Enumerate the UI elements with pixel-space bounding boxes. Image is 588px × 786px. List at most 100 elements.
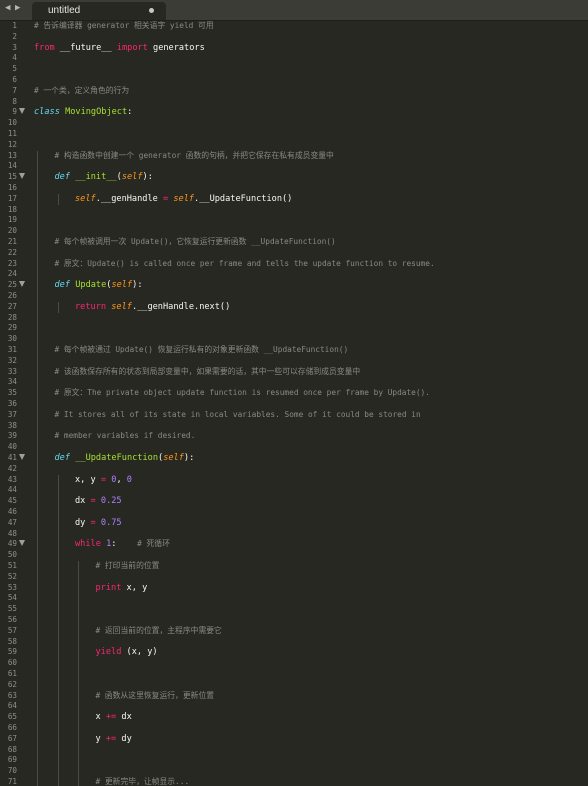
code-line[interactable]: 46 bbox=[0, 507, 588, 518]
code-line[interactable]: 42 bbox=[0, 463, 588, 475]
line-number: 4 bbox=[12, 53, 17, 63]
code-line[interactable]: 8 bbox=[0, 97, 588, 108]
code-line[interactable]: 15 def __init__(self): bbox=[0, 172, 588, 183]
code-line[interactable]: 7 # 一个类，定义角色的行为 bbox=[0, 86, 588, 97]
code-line[interactable]: 28 bbox=[0, 312, 588, 324]
code-line[interactable]: 71 # 更新完毕，让帧显示... bbox=[0, 777, 588, 786]
code-line[interactable]: 32 bbox=[0, 355, 588, 367]
fold-arrow-icon[interactable] bbox=[19, 540, 25, 547]
code-line[interactable]: 57 # 返回当前的位置，主程序中需要它 bbox=[0, 625, 588, 637]
code-line[interactable]: 23 # 原文：Update() is called once per frame… bbox=[0, 258, 588, 270]
code-line[interactable]: 11 bbox=[0, 129, 588, 140]
code-line[interactable]: 4 bbox=[0, 53, 588, 64]
code-line[interactable]: 56 bbox=[0, 615, 588, 626]
code-line[interactable]: 44 bbox=[0, 485, 588, 497]
code-line[interactable]: 12 bbox=[0, 140, 588, 151]
indent-guide bbox=[37, 712, 38, 723]
code-line[interactable]: 16 bbox=[0, 183, 588, 194]
code-line[interactable]: 50 bbox=[0, 550, 588, 561]
code-line[interactable]: 48 bbox=[0, 528, 588, 540]
indent-guide bbox=[37, 571, 38, 583]
code-line[interactable]: 39 # member variables if desired. bbox=[0, 431, 588, 443]
unsaved-dot-icon[interactable] bbox=[149, 8, 154, 13]
code-line[interactable]: 6 bbox=[0, 75, 588, 86]
code-line[interactable]: 14 bbox=[0, 161, 588, 173]
code-comment: # 死循环 bbox=[137, 539, 170, 549]
code-line[interactable]: 17 self.__genHandle = self.__UpdateFuncti… bbox=[0, 193, 588, 205]
tab-untitled[interactable]: untitled bbox=[32, 2, 166, 20]
back-arrow-icon[interactable]: ◀ bbox=[5, 3, 10, 13]
code-line[interactable]: 22 bbox=[0, 247, 588, 259]
code-line[interactable]: 18 bbox=[0, 204, 588, 216]
line-number: 43 bbox=[7, 474, 17, 484]
code-text: def Update(self): bbox=[55, 280, 143, 291]
code-line[interactable]: 9 class MovingObject: bbox=[0, 107, 588, 118]
code-line[interactable]: 45 dx = 0.25 bbox=[0, 496, 588, 507]
code-editor[interactable]: 1 # 告诉编译器 generator 相关语字 yield 可用 2 3 from _… bbox=[0, 21, 588, 786]
code-line[interactable]: 68 bbox=[0, 744, 588, 756]
code-token: .__genHandle bbox=[95, 193, 163, 204]
fold-arrow-icon[interactable] bbox=[19, 173, 25, 180]
fold-arrow-icon[interactable] bbox=[19, 281, 25, 288]
forward-arrow-icon[interactable]: ▶ bbox=[15, 3, 20, 13]
code-line[interactable]: 2 bbox=[0, 32, 588, 43]
indent-guide bbox=[37, 399, 38, 410]
code-line[interactable]: 54 bbox=[0, 593, 588, 605]
code-line[interactable]: 47 dy = 0.75 bbox=[0, 517, 588, 529]
fold-arrow-icon[interactable] bbox=[19, 454, 25, 460]
code-line[interactable]: 5 bbox=[0, 64, 588, 75]
code-line[interactable]: 13 # 构造函数中创建一个 generator 函数的句柄，并把它保存在私有成员… bbox=[0, 150, 588, 162]
code-line[interactable]: 24 bbox=[0, 269, 588, 281]
code-line[interactable]: 53 print x, y bbox=[0, 582, 588, 594]
code-line[interactable]: 37 # It stores all of its state in local … bbox=[0, 409, 588, 421]
code-line[interactable]: 38 bbox=[0, 420, 588, 432]
code-text: self.__genHandle = self.__UpdateFunction… bbox=[75, 194, 292, 205]
code-line[interactable]: 30 bbox=[0, 334, 588, 345]
code-line[interactable]: 66 bbox=[0, 723, 588, 734]
indent-guide bbox=[57, 550, 59, 561]
code-line[interactable]: 61 bbox=[0, 669, 588, 680]
code-line[interactable]: 33 # 该函数保存所有的状态到局部变量中，如果需要的话，其中一些可以存储到成员变… bbox=[0, 366, 588, 378]
code-line[interactable]: 63 # 函数从这里恢复运行，更新位置 bbox=[0, 690, 588, 702]
fold-arrow-icon[interactable] bbox=[19, 108, 25, 115]
indent-guide bbox=[78, 582, 79, 594]
code-line[interactable]: 51 # 打印当前的位置 bbox=[0, 561, 588, 572]
code-line[interactable]: 62 bbox=[0, 679, 588, 691]
indent-guide bbox=[37, 658, 38, 669]
code-line[interactable]: 69 bbox=[0, 755, 588, 767]
line-number: 41 bbox=[7, 453, 17, 462]
indent-guide bbox=[78, 777, 79, 786]
code-line[interactable]: 19 bbox=[0, 215, 588, 227]
code-line[interactable]: 60 bbox=[0, 658, 588, 669]
code-line[interactable]: 43 x, y = 0, 0 bbox=[0, 474, 588, 486]
code-line[interactable]: 65 x += dx bbox=[0, 712, 588, 723]
code-line[interactable]: 55 bbox=[0, 604, 588, 615]
code-line[interactable]: 3 from __future__ import generators bbox=[0, 43, 588, 54]
code-line[interactable]: 35 # 原文：The private object update functio… bbox=[0, 388, 588, 399]
code-line[interactable]: 49 while 1: # 死循环 bbox=[0, 539, 588, 551]
code-line[interactable]: 64 bbox=[0, 701, 588, 713]
code-line[interactable]: 20 bbox=[0, 226, 588, 237]
code-line[interactable]: 27 return self.__genHandle.next() bbox=[0, 301, 588, 313]
code-line[interactable]: 58 bbox=[0, 636, 588, 648]
code-line[interactable]: 40 bbox=[0, 442, 588, 453]
code-line[interactable]: 10 bbox=[0, 118, 588, 129]
indent-guide bbox=[37, 636, 38, 648]
line-number: 46 bbox=[7, 507, 17, 516]
code-line[interactable]: 41 def __UpdateFunction(self): bbox=[0, 453, 588, 464]
code-line[interactable]: 59 yield (x, y) bbox=[0, 647, 588, 659]
indent-guide bbox=[78, 604, 79, 615]
code-line[interactable]: 1 # 告诉编译器 generator 相关语字 yield 可用 bbox=[0, 21, 588, 32]
code-line[interactable]: 34 bbox=[0, 377, 588, 389]
code-comment: # 每个帧被通过 Update() 恢复运行私有的对象更新函数 __Update… bbox=[54, 345, 349, 354]
code-line[interactable]: 70 bbox=[0, 766, 588, 777]
code-line[interactable]: 29 bbox=[0, 323, 588, 335]
code-line[interactable]: 52 bbox=[0, 571, 588, 583]
code-line[interactable]: 36 bbox=[0, 399, 588, 410]
code-line[interactable]: 25 def Update(self): bbox=[0, 280, 588, 291]
code-line[interactable]: 26 bbox=[0, 291, 588, 302]
code-line[interactable]: 67 y += dy bbox=[0, 733, 588, 745]
indent-guide bbox=[57, 485, 59, 497]
code-line[interactable]: 21 # 每个帧被调用一次 Update()，它恢复运行更新函数 __Update… bbox=[0, 237, 588, 248]
code-line[interactable]: 31 # 每个帧被通过 Update() 恢复运行私有的对象更新函数 __Upda… bbox=[0, 345, 588, 356]
